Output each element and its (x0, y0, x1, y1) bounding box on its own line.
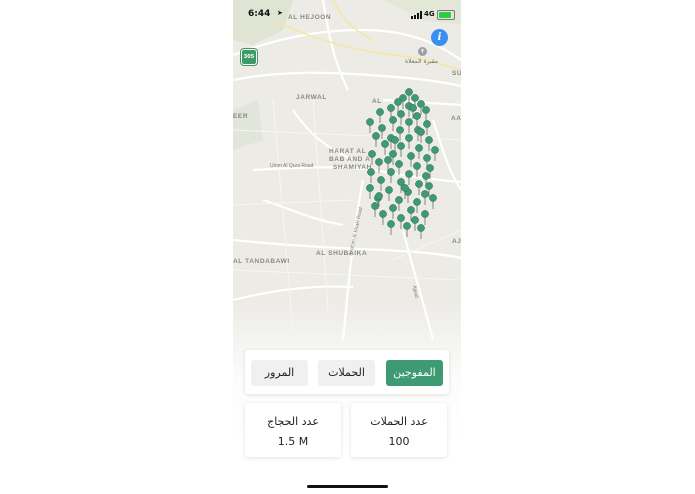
cemetery-icon[interactable]: ✝ (418, 47, 427, 56)
map-label-aa: AA (451, 115, 461, 122)
map-marker[interactable] (415, 144, 423, 152)
map-marker[interactable] (387, 168, 395, 176)
map-marker[interactable] (396, 126, 404, 134)
poi-label-cemetery: مقبرة المعلاة (405, 58, 439, 65)
map-marker[interactable] (394, 98, 402, 106)
stat-value-pilgrims: 1.5 M (277, 435, 309, 448)
stat-title-campaigns: عدد الحملات (370, 415, 428, 428)
status-time: 6:44 (248, 9, 271, 19)
map-marker[interactable] (417, 224, 425, 232)
map-marker[interactable] (405, 88, 413, 96)
info-icon: i (437, 32, 442, 43)
map-marker[interactable] (397, 214, 405, 222)
stat-card-pilgrims: عدد الحجاج 1.5 M (245, 403, 341, 457)
map-marker[interactable] (405, 170, 413, 178)
status-bar: 6:44 ➤ 4G (233, 0, 461, 28)
info-button[interactable]: i (431, 29, 448, 46)
map-marker[interactable] (395, 196, 403, 204)
map-label-bab: BAB AND A (329, 156, 371, 163)
map-marker[interactable] (391, 136, 399, 144)
filter-tabs: المرور الحملات المفوجين (245, 350, 449, 394)
map-label-eer: EER (233, 113, 249, 120)
map-marker[interactable] (407, 206, 415, 214)
map-marker[interactable] (403, 222, 411, 230)
map-marker[interactable] (397, 142, 405, 150)
map-marker[interactable] (429, 194, 437, 202)
map-marker[interactable] (366, 118, 374, 126)
map-marker[interactable] (422, 172, 430, 180)
map-label-umm-al-qura-road: Umm Al Qura Road (270, 163, 314, 169)
map-marker[interactable] (371, 202, 379, 210)
map-label-jarwal: JARWAL (296, 94, 327, 101)
map-marker[interactable] (372, 132, 380, 140)
map-marker[interactable] (385, 186, 393, 194)
map-marker[interactable] (421, 210, 429, 218)
map-label-shamiyah: SHAMIYAH (333, 164, 372, 171)
map-marker[interactable] (413, 112, 421, 120)
map-marker[interactable] (411, 216, 419, 224)
map-label-al-shubaika: AL SHUBAIKA (316, 250, 368, 257)
home-indicator[interactable] (307, 485, 388, 488)
map-marker[interactable] (389, 204, 397, 212)
map-label-al: AL (372, 98, 382, 105)
map-marker[interactable] (395, 160, 403, 168)
map-marker[interactable] (366, 184, 374, 192)
map-marker[interactable] (413, 162, 421, 170)
map-marker[interactable] (401, 184, 409, 192)
map-marker[interactable] (405, 118, 413, 126)
stat-title-pilgrims: عدد الحجاج (267, 415, 319, 428)
map-marker[interactable] (423, 120, 431, 128)
map-marker[interactable] (381, 140, 389, 148)
signal-icon (411, 11, 423, 19)
map-label-al-tandabawi: AL TANDABAWI (233, 258, 290, 265)
map-marker[interactable] (417, 128, 425, 136)
map-marker[interactable] (415, 180, 423, 188)
map-marker[interactable] (417, 100, 425, 108)
map-marker[interactable] (425, 136, 433, 144)
stat-value-campaigns: 100 (388, 435, 410, 448)
map-marker[interactable] (407, 152, 415, 160)
map-marker[interactable] (377, 176, 385, 184)
map-marker[interactable] (426, 164, 434, 172)
map-marker[interactable] (397, 110, 405, 118)
map-marker[interactable] (421, 190, 429, 198)
map-marker[interactable] (376, 108, 384, 116)
map-label-harat: HARAT AL (329, 148, 367, 155)
map-marker[interactable] (389, 150, 397, 158)
network-type: 4G (424, 10, 435, 18)
map-marker[interactable] (409, 104, 417, 112)
map-marker[interactable] (405, 134, 413, 142)
map-marker[interactable] (378, 124, 386, 132)
stat-card-campaigns: عدد الحملات 100 (351, 403, 447, 457)
map-marker[interactable] (375, 158, 383, 166)
map-marker[interactable] (387, 104, 395, 112)
tab-traffic[interactable]: المرور (251, 360, 308, 386)
map-marker[interactable] (422, 106, 430, 114)
map-marker[interactable] (387, 220, 395, 228)
map-label-su: SU (452, 70, 461, 77)
battery-level-fill (439, 12, 451, 18)
map-marker[interactable] (384, 156, 392, 164)
location-arrow-icon: ➤ (277, 9, 283, 17)
map-marker[interactable] (411, 94, 419, 102)
map-marker[interactable] (389, 116, 397, 124)
tab-dispatched[interactable]: المفوجين (386, 360, 443, 386)
map-label-aj: AJ (452, 238, 461, 245)
map-marker[interactable] (375, 192, 383, 200)
route-badge: 305 (241, 49, 257, 65)
tab-campaigns[interactable]: الحملات (318, 360, 375, 386)
map-marker[interactable] (425, 182, 433, 190)
battery-icon (437, 10, 455, 20)
map-marker[interactable] (431, 146, 439, 154)
map-marker[interactable] (413, 198, 421, 206)
map-marker[interactable] (379, 210, 387, 218)
phone-screen: AL HEJOON JARWAL EER AL AA SU HARAT AL B… (233, 0, 461, 494)
bottom-fade (233, 300, 461, 494)
map-marker[interactable] (423, 154, 431, 162)
